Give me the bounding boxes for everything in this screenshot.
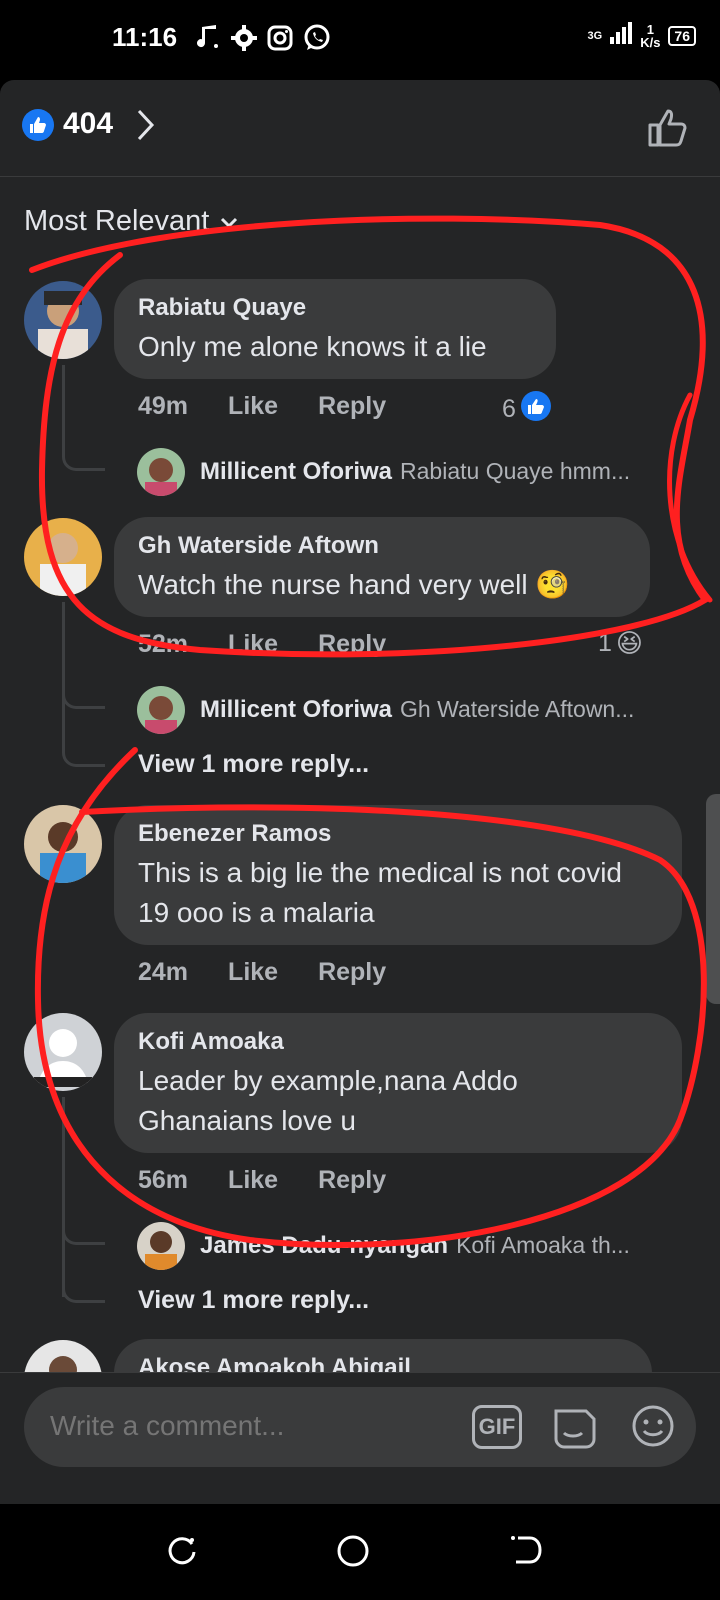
instagram-icon bbox=[267, 25, 293, 56]
reply-preview[interactable]: James Dadu-nyangan Kofi Amoaka th... bbox=[200, 1232, 630, 1260]
avatar[interactable] bbox=[137, 448, 185, 496]
comment-actions: 52m Like Reply bbox=[138, 630, 386, 659]
avatar[interactable] bbox=[137, 686, 185, 734]
commenter-name[interactable]: Rabiatu Quaye bbox=[138, 293, 532, 323]
battery-indicator: 76 bbox=[668, 25, 696, 46]
reply-link[interactable]: Reply bbox=[318, 1166, 386, 1195]
like-button[interactable] bbox=[646, 105, 690, 154]
like-reaction-icon bbox=[520, 390, 552, 429]
comment-bubble[interactable]: Gh Waterside Aftown Watch the nurse hand… bbox=[114, 517, 650, 617]
comment-composer: GIF bbox=[0, 1372, 720, 1504]
comment-text: Only me alone knows it a lie bbox=[138, 331, 487, 362]
status-right: 3G 1 K/s 76 bbox=[587, 22, 696, 49]
commenter-name[interactable]: Gh Waterside Aftown bbox=[138, 531, 626, 561]
signal-icon bbox=[610, 22, 633, 49]
comment-time: 24m bbox=[138, 958, 189, 986]
reactions-header[interactable]: 404 bbox=[0, 80, 720, 177]
comment-time: 49m bbox=[138, 392, 189, 420]
view-more-replies[interactable]: View 1 more reply... bbox=[138, 750, 369, 779]
avatar[interactable] bbox=[24, 281, 102, 359]
thread-hook bbox=[62, 436, 105, 471]
reply-author[interactable]: Millicent Oforiwa bbox=[200, 458, 392, 485]
reply-author[interactable]: Millicent Oforiwa bbox=[200, 696, 392, 723]
composer-field[interactable]: GIF bbox=[24, 1387, 696, 1467]
avatar[interactable] bbox=[24, 1013, 102, 1091]
comment-actions: 49m Like Reply bbox=[138, 392, 386, 421]
status-bar: 11:16 3G 1 K/s 76 bbox=[0, 0, 720, 80]
reply-link[interactable]: Reply bbox=[318, 958, 386, 987]
like-link[interactable]: Like bbox=[228, 1166, 278, 1195]
like-link[interactable]: Like bbox=[228, 958, 278, 987]
reaction-number: 6 bbox=[502, 395, 516, 423]
status-time: 11:16 bbox=[112, 22, 178, 52]
home-icon[interactable] bbox=[336, 1534, 370, 1573]
thread-line bbox=[62, 1097, 65, 1297]
reaction-number: 1 bbox=[598, 629, 612, 657]
reaction-count: 404 bbox=[63, 107, 114, 140]
emoji-icon[interactable] bbox=[630, 1403, 676, 1454]
laugh-reaction-emoji: 😆 bbox=[615, 628, 644, 658]
thread-hook bbox=[62, 732, 105, 767]
comment-bubble[interactable]: Kofi Amoaka Leader by example,nana Addo … bbox=[114, 1013, 682, 1153]
gif-button[interactable]: GIF bbox=[472, 1405, 522, 1449]
network-speed: 1 K/s bbox=[640, 23, 660, 49]
system-nav-bar bbox=[0, 1504, 720, 1600]
comment-text: Leader by example,nana Addo Ghanaians lo… bbox=[138, 1065, 518, 1136]
chevron-right-icon[interactable] bbox=[136, 108, 156, 147]
thread-hook bbox=[62, 674, 105, 709]
comment-bubble[interactable]: Ebenezer Ramos This is a big lie the med… bbox=[114, 805, 682, 945]
reply-text: Kofi Amoaka th... bbox=[456, 1232, 630, 1258]
comment-bubble[interactable]: Rabiatu Quaye Only me alone knows it a l… bbox=[114, 279, 556, 379]
music-icon bbox=[197, 25, 221, 56]
gear-icon bbox=[231, 25, 257, 56]
chevron-down-icon bbox=[219, 205, 239, 238]
avatar[interactable] bbox=[24, 518, 102, 596]
recent-apps-icon[interactable] bbox=[166, 1534, 198, 1571]
reply-author[interactable]: James Dadu-nyangan bbox=[200, 1232, 448, 1259]
network-type: 3G bbox=[587, 29, 603, 42]
comment-reactions[interactable]: 1 😆 bbox=[598, 628, 643, 659]
reply-link[interactable]: Reply bbox=[318, 630, 386, 659]
reply-preview[interactable]: Millicent Oforiwa Rabiatu Quaye hmm... bbox=[200, 458, 630, 486]
comment-time: 52m bbox=[138, 630, 189, 658]
whatsapp-icon bbox=[303, 24, 331, 57]
commenter-name[interactable]: Kofi Amoaka bbox=[138, 1027, 658, 1057]
sticker-icon[interactable] bbox=[550, 1403, 598, 1456]
like-link[interactable]: Like bbox=[228, 630, 278, 659]
scrollbar-handle[interactable] bbox=[706, 794, 720, 1004]
comment-reactions[interactable]: 6 bbox=[502, 390, 552, 429]
status-icons bbox=[197, 24, 331, 57]
thread-hook bbox=[62, 1268, 105, 1303]
avatar[interactable] bbox=[24, 805, 102, 883]
thread-hook bbox=[62, 1210, 105, 1245]
speed-unit: K/s bbox=[640, 34, 661, 50]
comments-sheet: 404 Most Relevant Rabiatu Quaye Only me … bbox=[0, 80, 720, 1504]
view-more-replies[interactable]: View 1 more reply... bbox=[138, 1286, 369, 1315]
reply-text: Gh Waterside Aftown... bbox=[400, 696, 635, 722]
comment-text-body: Watch the nurse hand very well bbox=[138, 569, 528, 600]
like-link[interactable]: Like bbox=[228, 392, 278, 421]
comment-text: This is a big lie the medical is not cov… bbox=[138, 857, 622, 928]
monocle-emoji: 🧐 bbox=[535, 569, 571, 600]
reply-preview[interactable]: Millicent Oforiwa Gh Waterside Aftown... bbox=[200, 696, 634, 724]
back-icon[interactable] bbox=[508, 1534, 542, 1571]
commenter-name[interactable]: Ebenezer Ramos bbox=[138, 819, 658, 849]
reply-text: Rabiatu Quaye hmm... bbox=[400, 458, 631, 484]
sort-label: Most Relevant bbox=[24, 205, 210, 237]
comment-actions: 24m Like Reply bbox=[138, 958, 386, 987]
reply-link[interactable]: Reply bbox=[318, 392, 386, 421]
comment-input[interactable] bbox=[48, 1409, 452, 1443]
avatar[interactable] bbox=[137, 1222, 185, 1270]
comment-time: 56m bbox=[138, 1166, 189, 1194]
comment-text: Watch the nurse hand very well 🧐 bbox=[138, 565, 626, 605]
comment-actions: 56m Like Reply bbox=[138, 1166, 386, 1195]
sort-dropdown[interactable]: Most Relevant bbox=[24, 205, 239, 238]
thread-line bbox=[62, 602, 65, 742]
like-reaction-icon bbox=[22, 109, 54, 141]
